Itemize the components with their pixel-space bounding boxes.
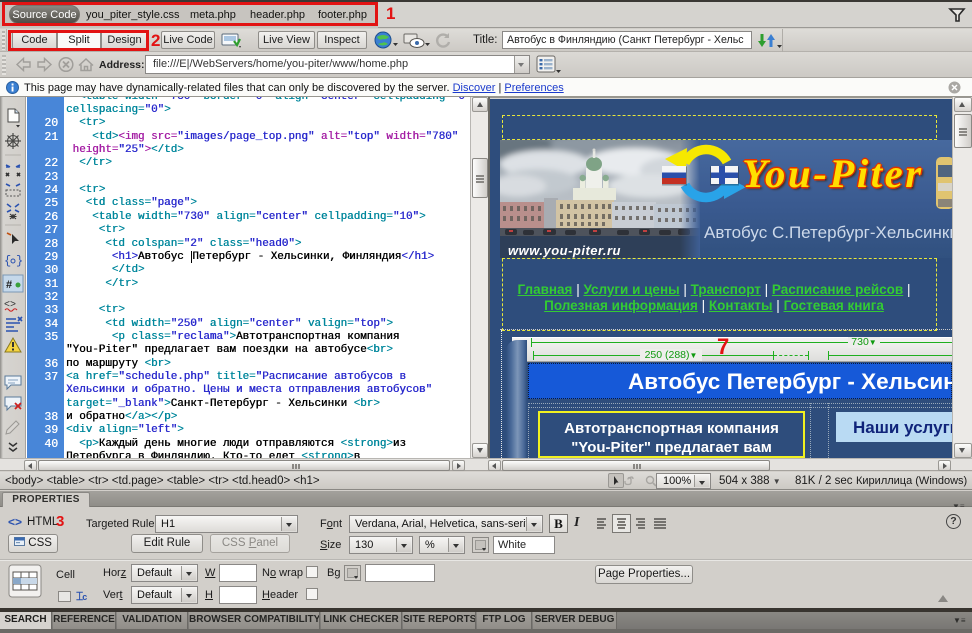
svg-text:}: } (16, 254, 23, 268)
svg-text:#: # (6, 279, 12, 291)
svg-text:{: { (4, 254, 11, 268)
